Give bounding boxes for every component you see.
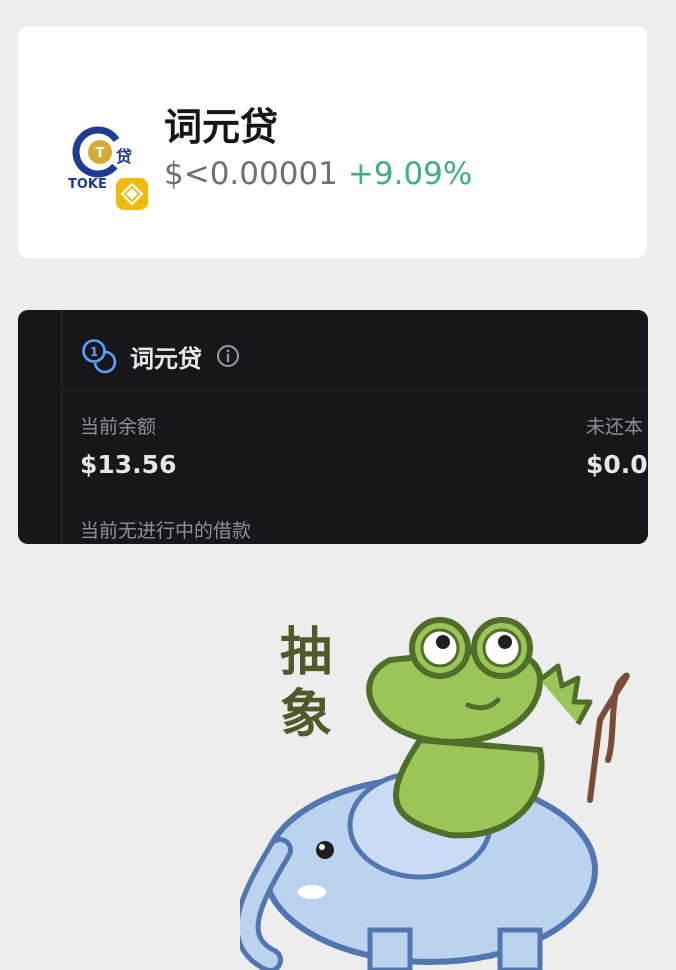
panel-left-border bbox=[61, 310, 63, 544]
svg-text:T: T bbox=[96, 146, 105, 161]
frog-icon bbox=[366, 617, 593, 839]
token-logo-text: TOKE bbox=[68, 177, 107, 192]
info-icon[interactable] bbox=[216, 344, 240, 368]
whip-icon bbox=[587, 672, 630, 803]
token-change: +9.09% bbox=[347, 156, 473, 192]
token-logo-icon: T 贷 TOKE bbox=[68, 126, 148, 210]
sticker-caption-1: 抽 bbox=[280, 623, 332, 683]
current-balance-label: 当前余额 bbox=[80, 416, 157, 438]
loan-panel: 1 词元贷 当前余额 $13.56 未还本 $0.0 当前无进行中的借款 bbox=[18, 310, 648, 544]
sticker-caption-2: 象 bbox=[280, 685, 332, 745]
unpaid-principal-value: $0.0 bbox=[586, 450, 648, 479]
loan-header: 1 词元贷 bbox=[80, 324, 240, 388]
token-price-row: $<0.00001 +9.09% bbox=[164, 156, 472, 192]
divider bbox=[63, 390, 648, 391]
coins-icon: 1 bbox=[82, 339, 117, 374]
token-name: 词元贷 bbox=[164, 105, 279, 149]
no-active-loan-note: 当前无进行中的借款 bbox=[80, 520, 252, 542]
token-logo-glyph: 贷 bbox=[116, 147, 132, 166]
loan-panel-title: 词元贷 bbox=[130, 344, 202, 373]
token-card[interactable]: T 贷 TOKE 词元贷 $<0.00001 +9.09% bbox=[18, 26, 647, 258]
svg-text:1: 1 bbox=[90, 345, 98, 359]
token-price: $<0.00001 bbox=[164, 156, 338, 192]
current-balance-value: $13.56 bbox=[80, 450, 177, 479]
unpaid-principal-label: 未还本 bbox=[586, 416, 644, 438]
frog-riding-elephant-sticker: 抽 象 bbox=[240, 617, 630, 970]
